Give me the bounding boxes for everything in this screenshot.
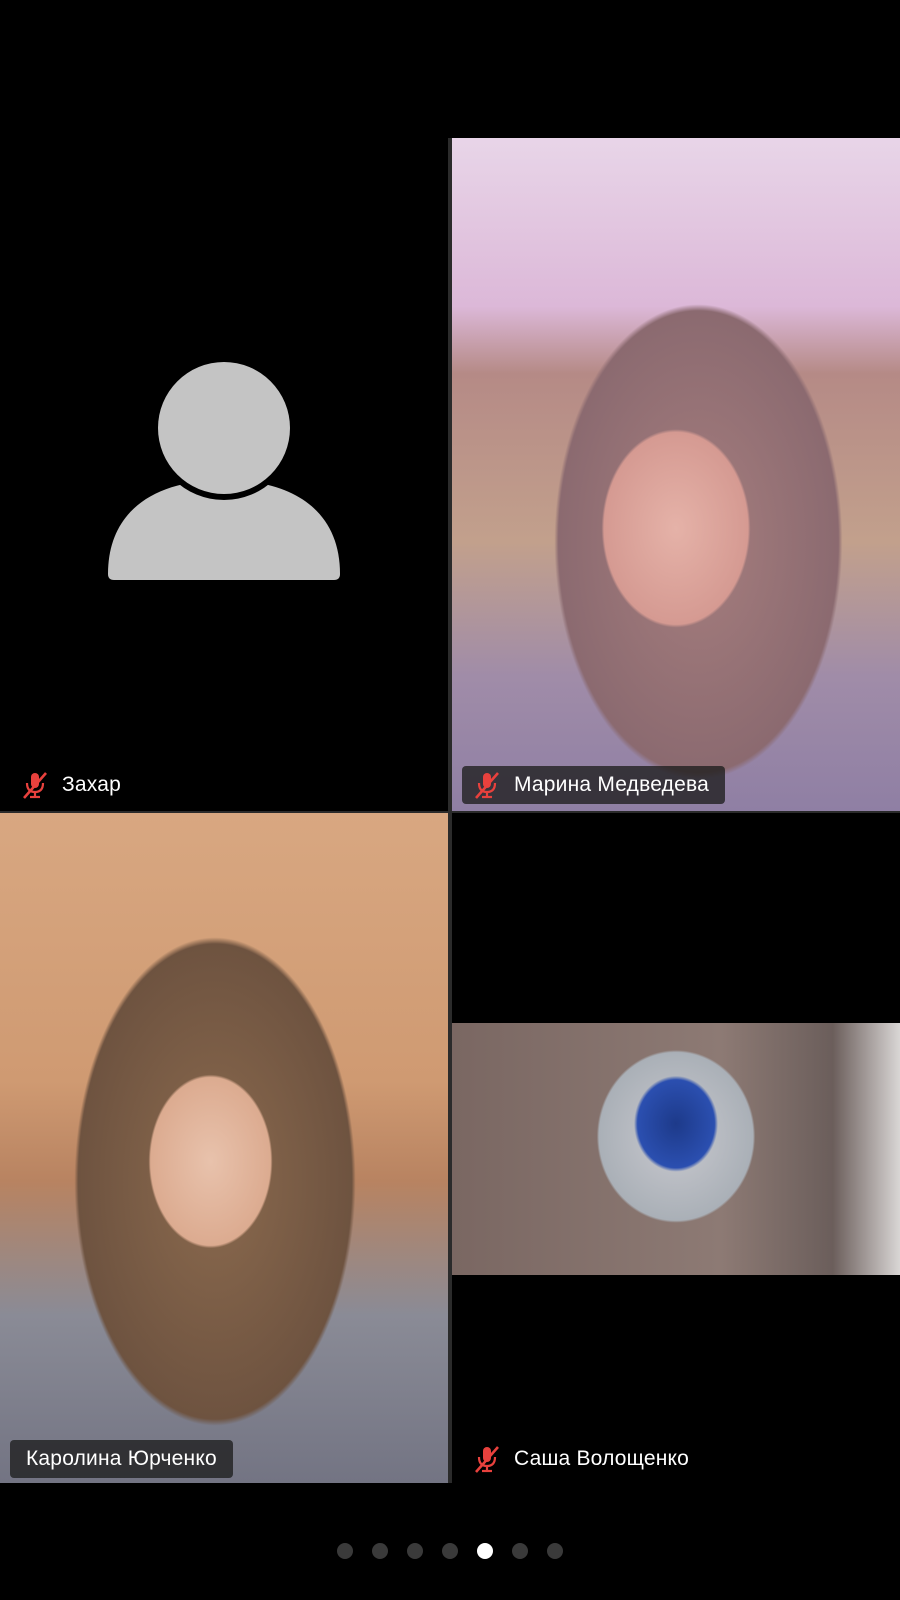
participant-name-label: Каролина Юрченко bbox=[10, 1440, 233, 1478]
participant-name-label: Марина Медведева bbox=[462, 766, 725, 804]
video-feed bbox=[452, 1023, 900, 1275]
participant-tile[interactable] bbox=[452, 138, 900, 811]
avatar-placeholder-icon bbox=[108, 362, 340, 580]
page-dot[interactable] bbox=[372, 1543, 388, 1559]
mic-muted-icon bbox=[472, 770, 502, 800]
participant-tile[interactable] bbox=[452, 813, 900, 1483]
mic-muted-icon bbox=[20, 770, 50, 800]
participant-tile[interactable] bbox=[0, 138, 448, 811]
participant-tile[interactable] bbox=[0, 813, 448, 1483]
participant-name: Захар bbox=[62, 773, 121, 796]
page-indicator[interactable] bbox=[0, 1543, 900, 1561]
page-dot[interactable] bbox=[442, 1543, 458, 1559]
participant-name-label: Захар bbox=[10, 766, 137, 804]
page-dot[interactable] bbox=[337, 1543, 353, 1559]
participant-name: Марина Медведева bbox=[514, 773, 709, 796]
page-dot[interactable] bbox=[512, 1543, 528, 1559]
page-dot[interactable] bbox=[407, 1543, 423, 1559]
video-feed bbox=[0, 813, 448, 1483]
mic-muted-icon bbox=[472, 1444, 502, 1474]
participant-name: Каролина Юрченко bbox=[26, 1447, 217, 1470]
page-dot-active[interactable] bbox=[477, 1543, 493, 1559]
participant-name-label: Саша Волощенко bbox=[462, 1440, 705, 1478]
page-dot[interactable] bbox=[547, 1543, 563, 1559]
video-feed bbox=[452, 138, 900, 811]
participant-name: Саша Волощенко bbox=[514, 1447, 690, 1470]
